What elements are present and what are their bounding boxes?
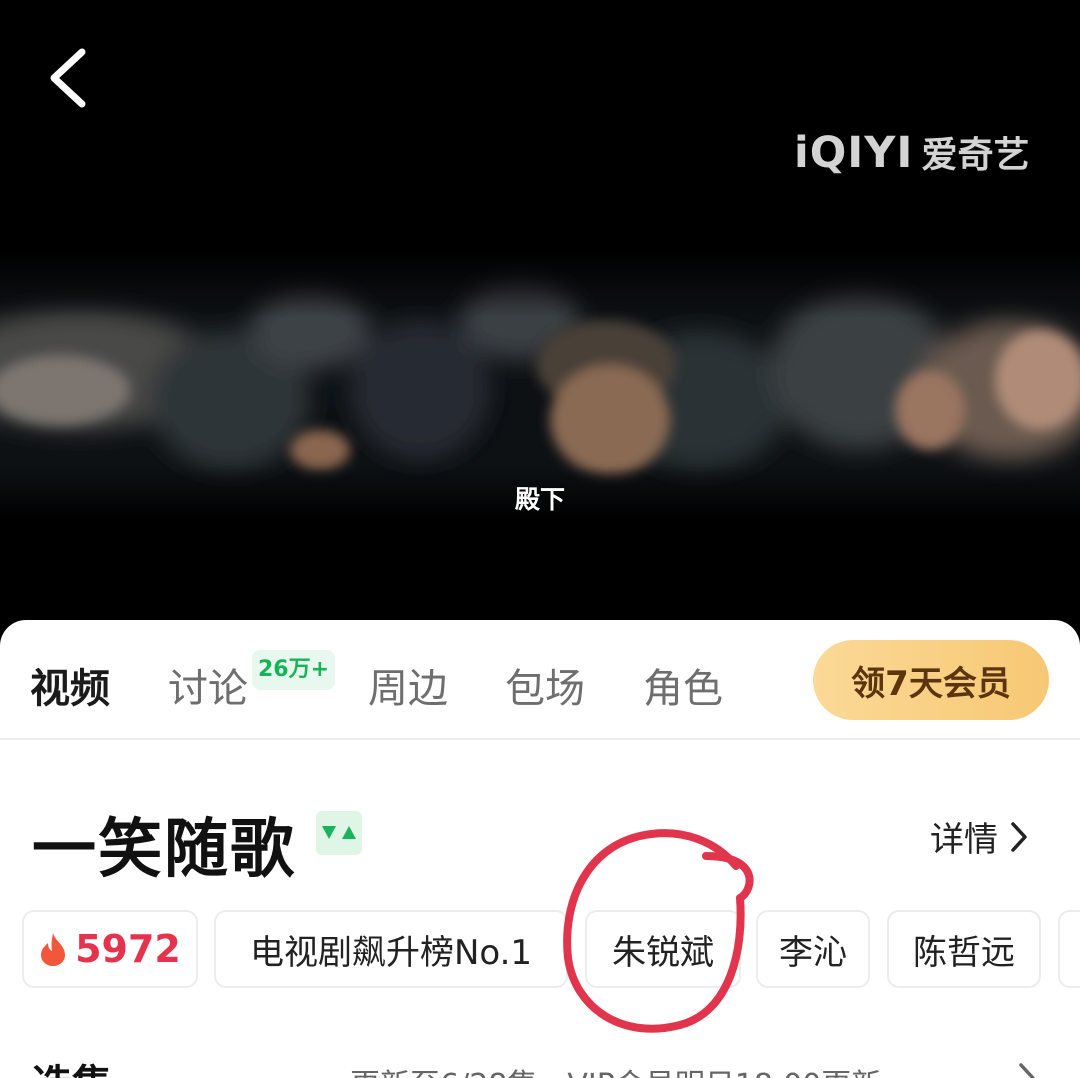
iqiyi-logo: iQIYI 爱奇艺 — [794, 126, 1029, 178]
tab-discussion[interactable]: 讨论 — [168, 656, 248, 714]
logo-word: iQIYI — [794, 128, 914, 178]
flame-icon — [41, 933, 66, 966]
back-button[interactable] — [40, 40, 100, 116]
content-sheet: 视频 讨论 26万+ 周边 包场 角色 领7天会员 一笑随歌 详情 5972 电… — [0, 620, 1080, 1078]
heat-value: 5972 — [75, 927, 181, 971]
tab-video[interactable]: 视频 — [30, 656, 110, 714]
episodes-header[interactable]: 选集 更新至6/28集，VIP会员明日18:00更新 — [0, 1052, 1080, 1078]
tab-private-screening[interactable]: 包场 — [505, 656, 585, 714]
update-info: 更新至6/28集，VIP会员明日18:00更新 — [350, 1060, 881, 1078]
tab-characters[interactable]: 角色 — [643, 656, 723, 714]
video-player[interactable]: iQIYI 爱奇艺 殿下 — [0, 0, 1080, 640]
tab-bar: 视频 讨论 26万+ 周边 包场 角色 领7天会员 — [0, 620, 1080, 740]
back-arrow-icon — [50, 48, 86, 108]
claim-vip-button[interactable]: 领7天会员 — [813, 640, 1049, 720]
tab-merchandise[interactable]: 周边 — [368, 656, 448, 714]
details-link[interactable]: 详情 — [930, 812, 1028, 861]
logo-chinese: 爱奇艺 — [921, 135, 1030, 176]
show-title: 一笑随歌 — [32, 813, 296, 887]
tag-row: 5972 电视剧飙升榜No.1 朱锐斌 李沁 陈哲远 — [0, 910, 1080, 990]
chevron-right-icon — [1011, 821, 1027, 852]
details-label: 详情 — [930, 820, 998, 860]
chip-actor-2[interactable]: 李沁 — [756, 910, 870, 988]
chip-actor-1[interactable]: 朱锐斌 — [585, 910, 741, 988]
chip-more[interactable] — [1058, 910, 1080, 988]
discussion-count-badge: 26万+ — [252, 650, 336, 690]
heat-chip[interactable]: 5972 — [22, 910, 198, 988]
chip-actor-3[interactable]: 陈哲远 — [887, 910, 1041, 988]
vip-badge-icon — [316, 811, 362, 855]
app-screen: iQIYI 爱奇艺 殿下 视频 讨论 26万+ 周边 包场 角色 领7天会员 一… — [0, 0, 1080, 1078]
episodes-title: 选集 — [32, 1052, 112, 1078]
video-subtitle: 殿下 — [514, 485, 565, 514]
chevron-right-icon — [1019, 1063, 1035, 1078]
chip-ranking[interactable]: 电视剧飙升榜No.1 — [214, 910, 568, 988]
